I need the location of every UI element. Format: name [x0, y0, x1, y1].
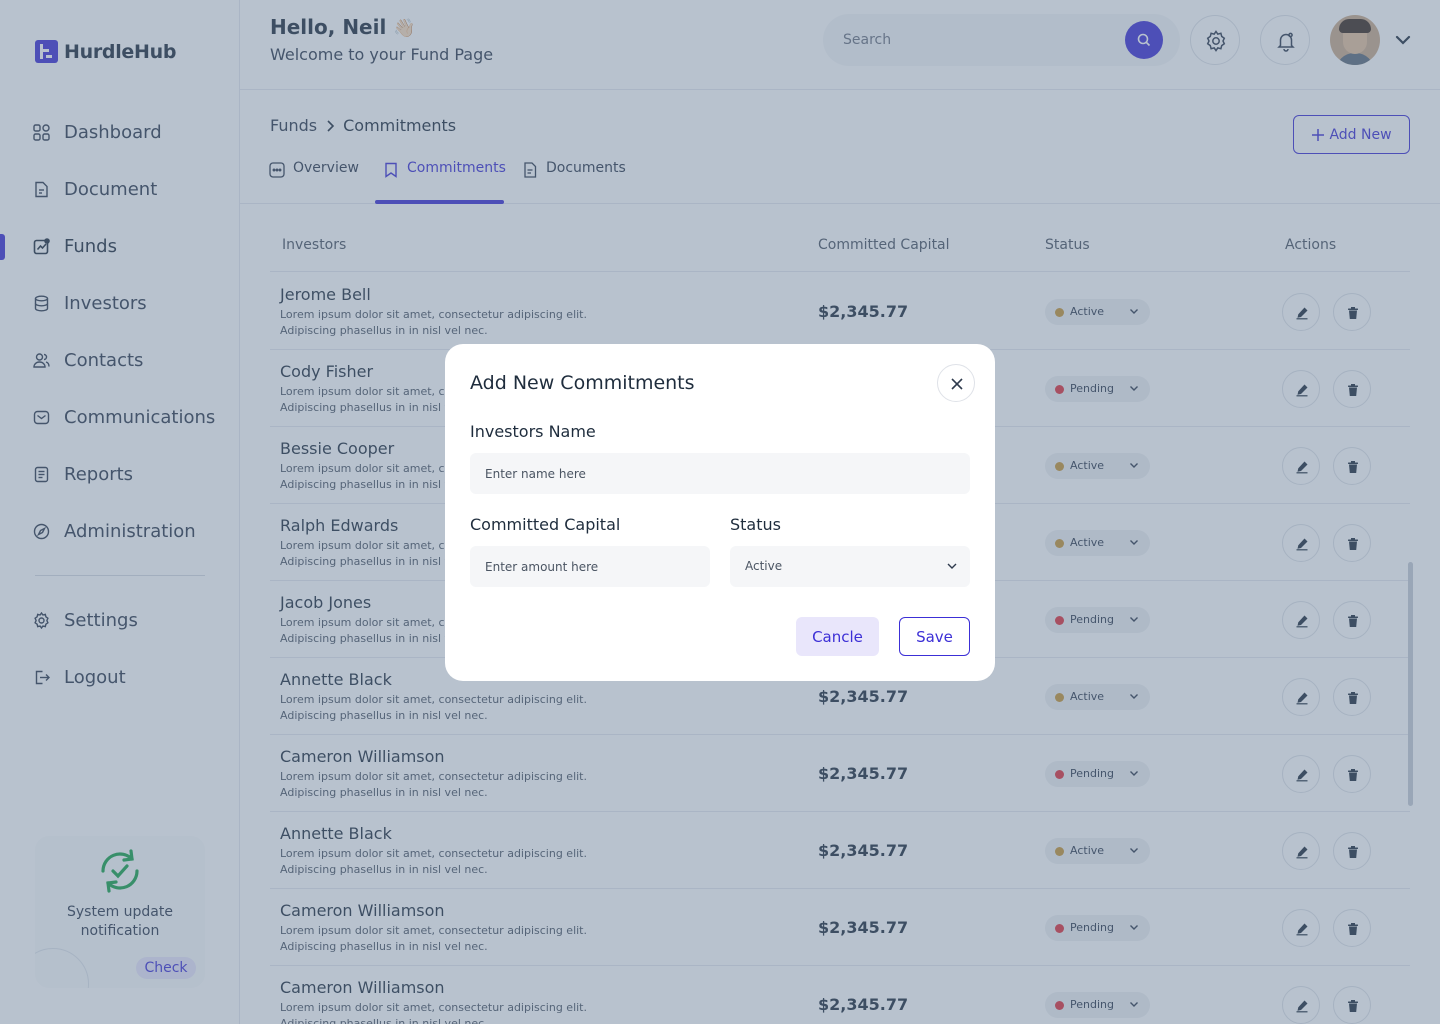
- add-commitment-modal: Add New Commitments Investors Name Commi…: [445, 344, 995, 681]
- chevron-down-icon: [947, 563, 957, 569]
- committed-capital-label: Committed Capital: [470, 515, 621, 534]
- close-icon: [951, 378, 963, 390]
- cancel-button[interactable]: Cancle: [796, 617, 879, 656]
- status-select[interactable]: Active: [730, 546, 970, 587]
- committed-capital-input[interactable]: [470, 546, 710, 587]
- status-label: Status: [730, 515, 781, 534]
- status-select-value: Active: [745, 559, 783, 573]
- close-button[interactable]: [937, 364, 975, 402]
- investor-name-label: Investors Name: [470, 422, 596, 441]
- modal-title: Add New Commitments: [470, 372, 695, 394]
- save-button[interactable]: Save: [899, 617, 970, 656]
- investor-name-input[interactable]: [470, 453, 970, 494]
